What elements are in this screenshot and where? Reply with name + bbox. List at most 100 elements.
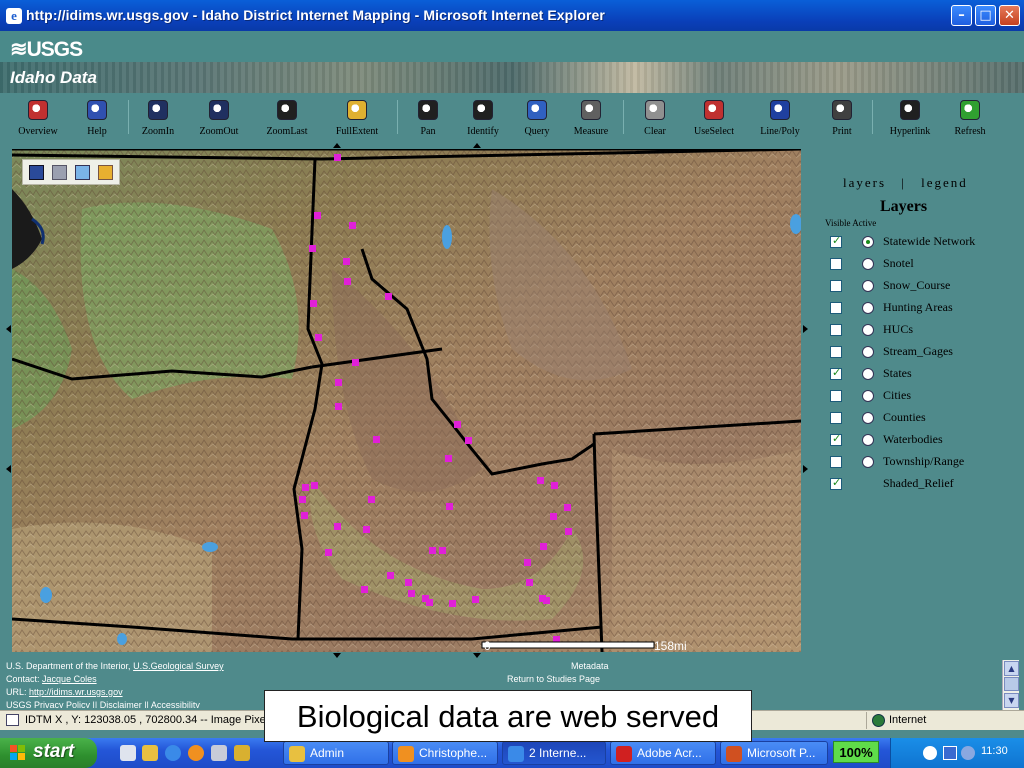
pan-east-arrow-2[interactable] [803, 465, 808, 473]
site-marker[interactable] [472, 596, 479, 603]
site-marker[interactable] [385, 293, 392, 300]
pan-south-arrow[interactable] [333, 653, 341, 658]
tool-fullextent[interactable]: FullExtent [329, 95, 385, 141]
layer-visible-checkbox[interactable] [830, 324, 842, 336]
site-marker[interactable] [335, 379, 342, 386]
layer-active-radio[interactable] [862, 324, 874, 336]
map-view[interactable]: 0 158mi [12, 149, 801, 652]
site-marker[interactable] [368, 496, 375, 503]
site-marker[interactable] [445, 455, 452, 462]
tool-zoomlast[interactable]: ZoomLast [259, 95, 315, 141]
layer-active-radio[interactable] [862, 390, 874, 402]
layer-visible-checkbox[interactable] [830, 280, 842, 292]
scroll-thumb[interactable] [1004, 677, 1019, 691]
site-marker[interactable] [373, 436, 380, 443]
tray-arrow-icon[interactable] [923, 746, 937, 760]
taskbar-task-button[interactable]: Microsoft P... [720, 741, 828, 765]
site-marker[interactable] [465, 437, 472, 444]
site-marker[interactable] [334, 523, 341, 530]
layer-visible-checkbox[interactable] [830, 346, 842, 358]
tool-quicklaunch-icon[interactable] [211, 745, 227, 761]
tool-measure[interactable]: Measure [563, 95, 619, 141]
pan-west-arrow-2[interactable] [6, 465, 11, 473]
tool-useselect[interactable]: UseSelect [686, 95, 742, 141]
tool-pan[interactable]: Pan [400, 95, 456, 141]
minimize-button[interactable]: – [951, 5, 972, 26]
site-marker[interactable] [302, 484, 309, 491]
layer-visible-checkbox[interactable] [830, 366, 842, 380]
layer-visible-checkbox[interactable] [830, 432, 842, 446]
show-desktop-icon[interactable] [120, 745, 136, 761]
scroll-down-button[interactable]: ▼ [1004, 693, 1019, 708]
site-marker[interactable] [361, 586, 368, 593]
site-marker[interactable] [564, 504, 571, 511]
site-marker[interactable] [363, 526, 370, 533]
tool-overview[interactable]: Overview [10, 95, 66, 141]
site-marker[interactable] [352, 359, 359, 366]
site-marker[interactable] [299, 496, 306, 503]
window-title-bar[interactable]: e http://idims.wr.usgs.gov - Idaho Distr… [0, 0, 1024, 31]
site-marker[interactable] [408, 590, 415, 597]
layer-active-radio[interactable] [862, 236, 874, 248]
volume-icon[interactable] [961, 746, 975, 760]
site-marker[interactable] [446, 503, 453, 510]
site-marker[interactable] [325, 549, 332, 556]
email-icon[interactable] [75, 165, 90, 180]
page-scrollbar[interactable]: ▲ ▼ [1002, 660, 1019, 710]
tool-refresh[interactable]: Refresh [942, 95, 998, 141]
layer-active-radio[interactable] [862, 412, 874, 424]
site-marker[interactable] [526, 579, 533, 586]
taskbar-task-button[interactable]: Adobe Acr... [610, 741, 716, 765]
maximize-button[interactable]: □ [975, 5, 996, 26]
tool-clear[interactable]: Clear [627, 95, 683, 141]
site-marker[interactable] [426, 599, 433, 606]
return-to-studies-link[interactable]: Return to Studies Page [507, 674, 600, 684]
tool-print[interactable]: Print [814, 95, 870, 141]
site-marker[interactable] [439, 547, 446, 554]
taskbar-task-button[interactable]: Christophe... [392, 741, 498, 765]
footer-privacy-links[interactable]: USGS Privacy Policy || Disclaimer || Acc… [6, 700, 200, 708]
tab-layers[interactable]: layers [843, 175, 886, 190]
layer-active-radio[interactable] [862, 456, 874, 468]
layer-visible-checkbox[interactable] [830, 476, 842, 490]
site-marker[interactable] [454, 421, 461, 428]
footer-url-link[interactable]: http://idims.wr.usgs.gov [29, 687, 123, 697]
site-marker[interactable] [349, 222, 356, 229]
layer-active-radio[interactable] [862, 258, 874, 270]
tool-line-poly[interactable]: Line/Poly [752, 95, 808, 141]
pan-north-arrow[interactable] [333, 143, 341, 148]
taskbar-task-button[interactable]: 2 Interne... [502, 741, 606, 765]
layer-visible-checkbox[interactable] [830, 302, 842, 314]
layer-active-radio[interactable] [862, 434, 874, 446]
folder-icon[interactable] [98, 165, 113, 180]
taskbar-task-button[interactable]: Admin [283, 741, 389, 765]
layer-visible-checkbox[interactable] [830, 234, 842, 248]
layer-visible-checkbox[interactable] [830, 412, 842, 424]
network-icon[interactable] [943, 746, 957, 760]
layer-visible-checkbox[interactable] [830, 456, 842, 468]
start-button[interactable]: start [0, 738, 97, 768]
metadata-link[interactable]: Metadata [571, 661, 609, 671]
site-marker[interactable] [565, 528, 572, 535]
pan-north-arrow-2[interactable] [473, 143, 481, 148]
site-marker[interactable] [343, 258, 350, 265]
tool-zoomin[interactable]: ZoomIn [130, 95, 186, 141]
tool-help[interactable]: Help [69, 95, 125, 141]
site-marker[interactable] [524, 559, 531, 566]
site-marker[interactable] [309, 245, 316, 252]
layer-visible-checkbox[interactable] [830, 390, 842, 402]
site-marker[interactable] [387, 572, 394, 579]
tool-identify[interactable]: Identify [455, 95, 511, 141]
site-marker[interactable] [334, 154, 341, 161]
print-icon[interactable] [52, 165, 67, 180]
layer-active-radio[interactable] [862, 368, 874, 380]
app-quicklaunch-icon[interactable] [188, 745, 204, 761]
site-marker[interactable] [315, 334, 322, 341]
close-button[interactable]: ✕ [999, 5, 1020, 26]
layer-active-radio[interactable] [862, 280, 874, 292]
site-marker[interactable] [310, 300, 317, 307]
pan-west-arrow[interactable] [6, 325, 11, 333]
usgs-logo[interactable]: ≋USGS [10, 37, 83, 62]
site-marker[interactable] [543, 597, 550, 604]
pan-east-arrow[interactable] [803, 325, 808, 333]
